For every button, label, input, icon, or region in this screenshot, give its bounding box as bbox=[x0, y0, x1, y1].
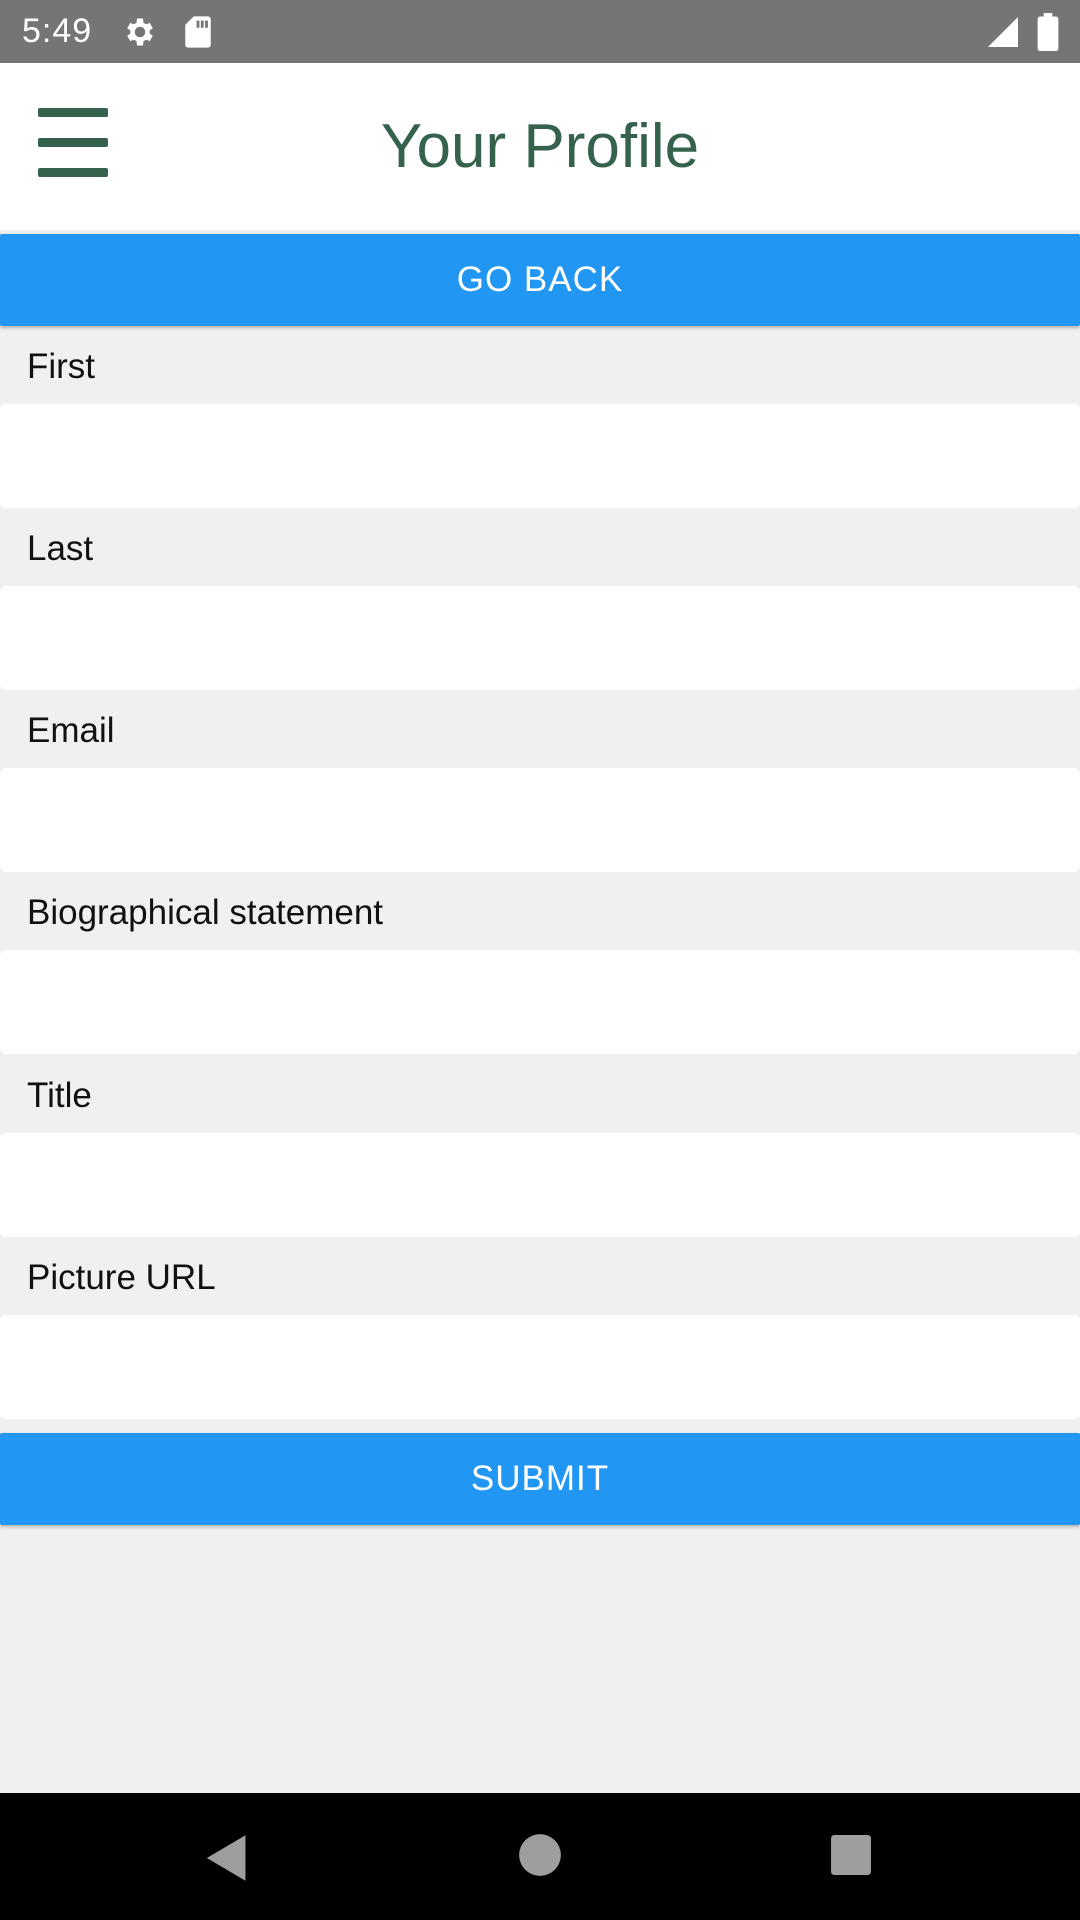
go-back-button[interactable]: GO BACK bbox=[0, 234, 1080, 326]
back-triangle-icon[interactable] bbox=[200, 1833, 250, 1883]
submit-button[interactable]: SUBMIT bbox=[0, 1433, 1080, 1525]
email-field[interactable] bbox=[0, 768, 1080, 872]
recents-square-icon[interactable] bbox=[830, 1834, 872, 1876]
menu-bar-middle bbox=[38, 138, 108, 147]
first-name-label: First bbox=[27, 347, 96, 386]
first-name-field[interactable] bbox=[0, 404, 1080, 508]
menu-bar-top bbox=[38, 108, 108, 117]
bio-field[interactable] bbox=[0, 950, 1080, 1054]
last-name-field[interactable] bbox=[0, 586, 1080, 690]
system-nav-bar bbox=[0, 1793, 1080, 1920]
sd-card-icon bbox=[185, 16, 211, 48]
status-time: 5:49 bbox=[22, 12, 93, 50]
title-label: Title bbox=[27, 1076, 92, 1115]
menu-bar-bottom bbox=[38, 168, 108, 177]
home-circle-icon[interactable] bbox=[518, 1833, 562, 1877]
signal-icon bbox=[988, 17, 1018, 47]
battery-icon bbox=[1037, 13, 1059, 51]
hamburger-menu-icon[interactable] bbox=[30, 108, 110, 188]
picture-url-field[interactable] bbox=[0, 1315, 1080, 1419]
status-bar: 5:49 bbox=[0, 0, 1080, 63]
bio-label: Biographical statement bbox=[27, 893, 384, 932]
title-field[interactable] bbox=[0, 1133, 1080, 1237]
gear-icon bbox=[127, 18, 153, 46]
app-header: Your Profile bbox=[0, 63, 1080, 230]
last-name-label: Last bbox=[27, 529, 94, 568]
email-label: Email bbox=[27, 711, 115, 750]
picture-url-label: Picture URL bbox=[27, 1258, 216, 1297]
page-title: Your Profile bbox=[380, 112, 700, 181]
